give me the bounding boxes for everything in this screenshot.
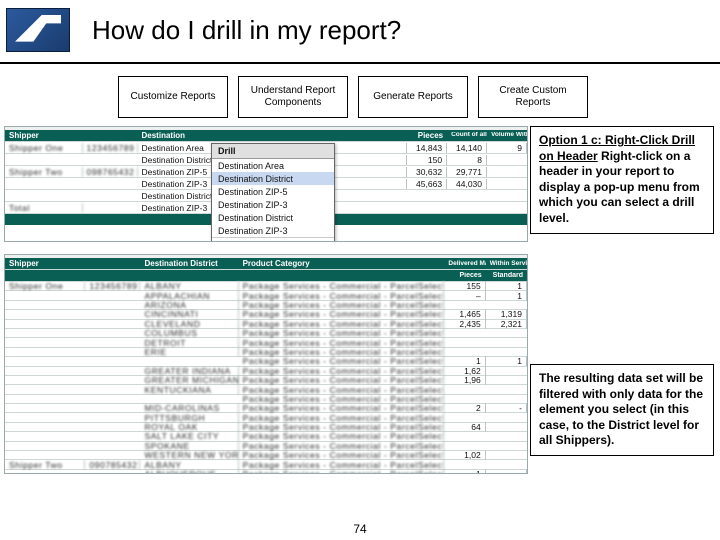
drill-menu-item[interactable]: Destination ZIP-3	[212, 198, 334, 211]
tab-label: Customize Reports	[130, 91, 215, 104]
drill-menu-item[interactable]: Destination District	[212, 211, 334, 224]
col-count[interactable]: Count of all Delivered Mail	[447, 132, 487, 139]
tab-customize-reports[interactable]: Customize Reports	[118, 76, 228, 118]
drill-menu-item[interactable]: Destination ZIP-3	[212, 224, 334, 237]
report2-header: Shipper Destination District Product Cat…	[5, 258, 527, 270]
drill-context-menu[interactable]: Drill Destination AreaDestination Distri…	[211, 143, 335, 242]
tab-label: Generate Reports	[373, 91, 453, 104]
usps-logo	[6, 8, 70, 52]
table-row: ALBUQUERQUEPackage Services - Commercial…	[5, 470, 527, 474]
title-bar: How do I drill in my report?	[0, 0, 720, 64]
tab-row: Customize Reports Understand Report Comp…	[0, 64, 720, 126]
tab-label: Understand Report Components	[243, 85, 343, 110]
content-stage: Shipper Destination Pieces Count of all …	[0, 126, 720, 486]
drill-menu-item[interactable]: Destination Area	[212, 159, 334, 172]
tab-generate-reports[interactable]: Generate Reports	[358, 76, 468, 118]
report-screenshot-2: Shipper Destination District Product Cat…	[4, 254, 528, 474]
drill-menu-more[interactable]: More options…	[212, 237, 334, 242]
callout-result: The resulting data set will be filtered …	[530, 364, 714, 456]
callout-option-1c: Option 1 c: Right-Click Drill on Header …	[530, 126, 714, 234]
tab-understand-components[interactable]: Understand Report Components	[238, 76, 348, 118]
slide-title: How do I drill in my report?	[92, 15, 401, 46]
tab-label: Create Custom Reports	[483, 85, 583, 110]
drill-menu-item[interactable]: Destination ZIP-5	[212, 185, 334, 198]
callout-2-body: The resulting data set will be filtered …	[539, 371, 703, 447]
col-destination[interactable]: Destination	[138, 131, 219, 140]
report1-header: Shipper Destination Pieces Count of all …	[5, 130, 527, 142]
col-shipper[interactable]: Shipper	[5, 131, 83, 140]
tab-create-custom[interactable]: Create Custom Reports	[478, 76, 588, 118]
report-screenshot-1: Shipper Destination Pieces Count of all …	[4, 126, 528, 242]
drill-menu-item[interactable]: Destination District	[212, 172, 334, 185]
report2-subheader: Pieces Standard	[5, 270, 527, 282]
drill-menu-title: Drill	[212, 144, 334, 159]
col-volume[interactable]: Volume Within Service SL	[487, 132, 527, 139]
page-number: 74	[0, 522, 720, 536]
col-pieces[interactable]: Pieces	[407, 131, 447, 140]
